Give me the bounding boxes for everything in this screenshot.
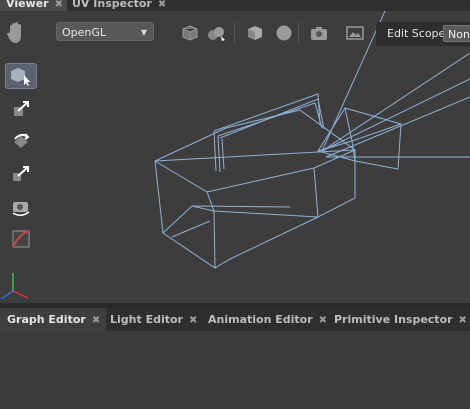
- scale-tool-button[interactable]: [5, 161, 37, 187]
- viewer-panel[interactable]: OpenGL ▼ Edit Scope None: [0, 11, 470, 303]
- image-icon[interactable]: [345, 24, 365, 42]
- crop-window-button[interactable]: [5, 226, 37, 252]
- graph-editor-canvas[interactable]: [0, 331, 470, 409]
- select-tool-button[interactable]: [5, 63, 37, 89]
- translate-tool-button[interactable]: [5, 96, 37, 122]
- tab-light-editor-label: Light Editor: [110, 313, 183, 326]
- top-tab-bar: Viewer ✖ UV Inspector ✖: [0, 0, 470, 11]
- tab-viewer[interactable]: Viewer ✖: [0, 0, 67, 11]
- close-icon[interactable]: ✖: [92, 315, 100, 326]
- tab-uv-inspector-label: UV Inspector: [72, 0, 152, 10]
- select-tool-icon: [11, 68, 30, 86]
- tab-graph-editor-label: Graph Editor: [7, 313, 86, 326]
- tab-uv-inspector[interactable]: UV Inspector ✖: [72, 0, 166, 11]
- tab-animation-editor-label: Animation Editor: [208, 313, 313, 326]
- close-icon[interactable]: ✖: [459, 315, 467, 326]
- tab-light-editor[interactable]: Light Editor ✖: [103, 308, 197, 331]
- camera-tool-icon: [12, 202, 30, 216]
- camera-tool-button[interactable]: [5, 194, 37, 220]
- tool-sidebar: [0, 11, 42, 303]
- cube-wireframe-icon[interactable]: [180, 24, 200, 42]
- close-icon[interactable]: ✖: [319, 315, 327, 326]
- spheres-icon[interactable]: [206, 24, 226, 42]
- edit-scope: Edit Scope None: [376, 22, 470, 46]
- close-icon[interactable]: ✖: [189, 315, 197, 326]
- toolbar-divider: [298, 22, 299, 44]
- bottom-tab-bar: Graph Editor ✖ Light Editor ✖ Animation Ed…: [0, 308, 470, 331]
- scale-tool-icon: [13, 166, 29, 181]
- shaded-cube-icon[interactable]: [245, 24, 265, 42]
- tab-graph-editor[interactable]: Graph Editor ✖: [0, 308, 107, 331]
- edit-scope-label: Edit Scope: [387, 27, 446, 40]
- chevron-down-icon: ▼: [140, 28, 147, 37]
- close-icon[interactable]: ✖: [158, 0, 166, 10]
- wireframe-scene[interactable]: [0, 11, 470, 303]
- rotate-tool-icon: [14, 133, 30, 148]
- close-icon[interactable]: ✖: [55, 0, 63, 10]
- edit-scope-dropdown[interactable]: None: [443, 25, 470, 42]
- tab-viewer-label: Viewer: [6, 0, 49, 10]
- tab-animation-editor[interactable]: Animation Editor ✖: [201, 308, 327, 331]
- camera-icon[interactable]: [309, 24, 329, 42]
- translate-tool-icon: [14, 101, 29, 116]
- tab-primitive-inspector-label: Primitive Inspector: [334, 313, 453, 326]
- crop-window-icon: [12, 230, 30, 248]
- axis-gizmo-icon: [0, 273, 29, 300]
- toolbar-divider: [234, 22, 235, 44]
- sphere-icon[interactable]: [274, 24, 294, 42]
- tab-primitive-inspector[interactable]: Primitive Inspector ✖: [327, 308, 467, 331]
- renderer-dropdown[interactable]: OpenGL ▼: [56, 22, 154, 41]
- renderer-value: OpenGL: [62, 26, 107, 39]
- rotate-tool-button[interactable]: [5, 128, 37, 154]
